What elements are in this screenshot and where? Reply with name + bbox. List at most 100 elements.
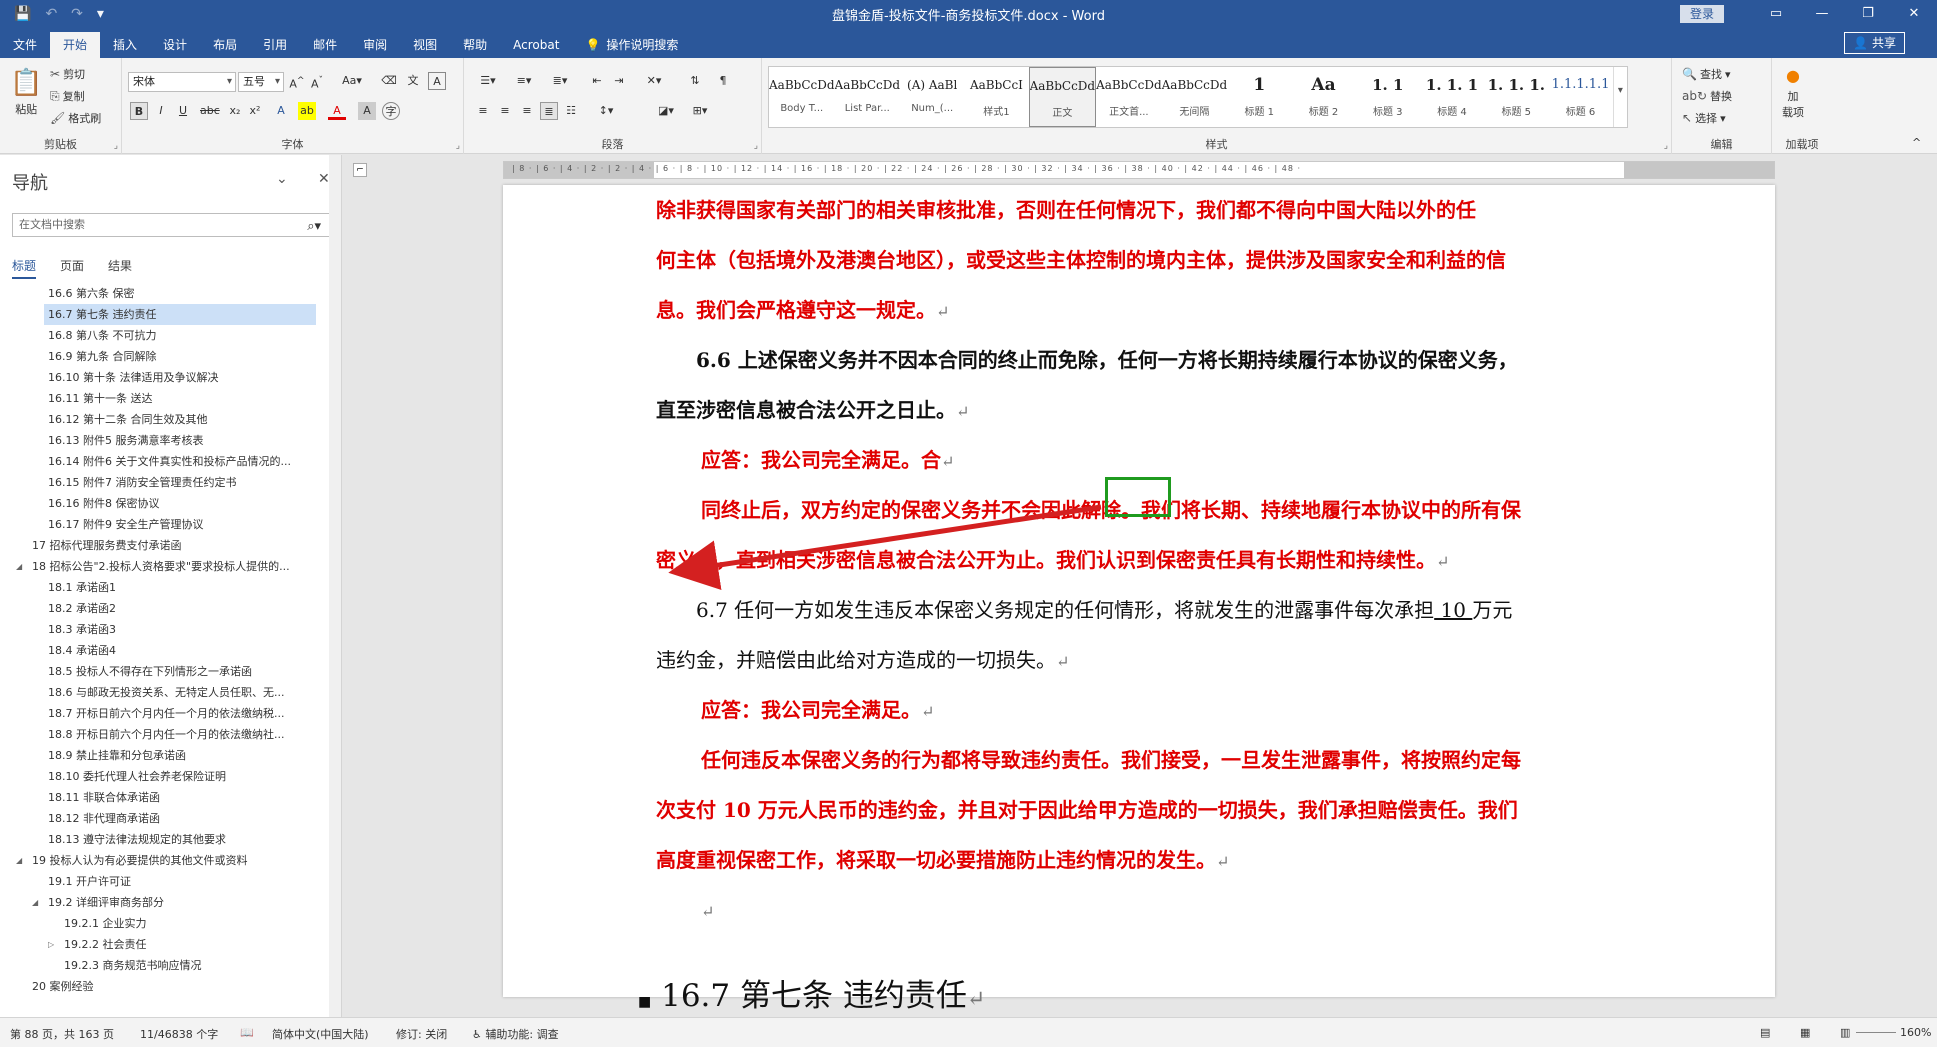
nav-heading-item[interactable]: 16.7 第七条 违约责任 xyxy=(44,304,316,325)
char-shading-icon[interactable]: A xyxy=(358,102,376,120)
distributed-icon[interactable]: ☷ xyxy=(562,102,580,120)
text-effects-icon[interactable]: A xyxy=(272,102,290,120)
underline-icon[interactable]: U xyxy=(174,102,192,120)
subscript-icon[interactable]: x₂ xyxy=(226,102,244,120)
expand-triangle-icon[interactable]: ◢ xyxy=(16,850,22,871)
enclose-char-icon[interactable]: 字 xyxy=(382,102,400,120)
superscript-icon[interactable]: x² xyxy=(246,102,264,120)
expand-triangle-icon[interactable]: ◢ xyxy=(32,892,38,913)
tell-me-search[interactable]: 💡 操作说明搜索 xyxy=(572,32,691,58)
zoom-level[interactable]: 160% xyxy=(1900,1026,1931,1039)
nav-heading-item[interactable]: 18.6 与邮政无投资关系、无特定人员任职、无... xyxy=(0,682,330,703)
tab-help[interactable]: 帮助 xyxy=(450,32,500,58)
decrease-indent-icon[interactable]: ⇤ xyxy=(588,72,606,90)
styles-launcher-icon[interactable]: ⌟ xyxy=(1664,141,1668,151)
cut-button[interactable]: ✂ 剪切 xyxy=(50,66,85,82)
clipboard-launcher-icon[interactable]: ⌟ xyxy=(114,141,118,151)
font-launcher-icon[interactable]: ⌟ xyxy=(456,141,460,151)
style-item[interactable]: 1. 1. 1 标题 4 xyxy=(1420,67,1484,127)
nav-heading-item[interactable]: ◢ 19.2 详细评审商务部分 xyxy=(0,892,330,913)
zoom-slider[interactable] xyxy=(1856,1032,1896,1033)
nav-heading-item[interactable]: 20 案例经验 xyxy=(0,976,330,997)
nav-heading-item[interactable]: 16.6 第六条 保密 xyxy=(0,283,330,304)
sort-icon[interactable]: ⇅ xyxy=(686,72,704,90)
tab-design[interactable]: 设计 xyxy=(150,32,200,58)
increase-indent-icon[interactable]: ⇥ xyxy=(610,72,628,90)
nav-heading-item[interactable]: 16.12 第十二条 合同生效及其他 xyxy=(0,409,330,430)
copy-button[interactable]: ⎘ 复制 xyxy=(50,88,85,104)
addins-button[interactable]: ● 加 载项 xyxy=(1782,66,1804,120)
ribbon-display-icon[interactable]: ▭ xyxy=(1753,0,1799,28)
style-item[interactable]: 1. 1 标题 3 xyxy=(1356,67,1420,127)
nav-heading-item[interactable]: 19.1 开户许可证 xyxy=(0,871,330,892)
nav-heading-item[interactable]: 18.8 开标日前六个月内任一个月的依法缴纳社... xyxy=(0,724,330,745)
minimize-icon[interactable]: — xyxy=(1799,0,1845,28)
document-page[interactable]: 除非获得国家有关部门的相关审核批准，否则在任何情况下，我们都不得向中国大陆以外的… xyxy=(503,185,1775,1014)
nav-heading-item[interactable]: 18.11 非联合体承诺函 xyxy=(0,787,330,808)
numbering-icon[interactable]: ≡▾ xyxy=(510,72,538,90)
read-mode-icon[interactable]: ▤ xyxy=(1760,1026,1770,1039)
multilevel-list-icon[interactable]: ≣▾ xyxy=(546,72,574,90)
style-item[interactable]: AaBbCcDd 正文首... xyxy=(1096,67,1162,127)
gallery-more-icon[interactable]: ▾ xyxy=(1612,67,1627,127)
shrink-font-icon[interactable]: Aˇ xyxy=(308,72,326,91)
tab-insert[interactable]: 插入 xyxy=(100,32,150,58)
track-changes-status[interactable]: 修订: 关闭 xyxy=(396,1026,447,1042)
tab-layout[interactable]: 布局 xyxy=(200,32,250,58)
format-painter-button[interactable]: 🖌 格式刷 xyxy=(50,110,101,126)
nav-heading-item[interactable]: 18.3 承诺函3 xyxy=(0,619,330,640)
align-left-icon[interactable]: ≡ xyxy=(474,102,492,120)
paragraph-launcher-icon[interactable]: ⌟ xyxy=(754,141,758,151)
proofing-icon[interactable]: 📖 xyxy=(240,1026,254,1039)
nav-heading-item[interactable]: 18.2 承诺函2 xyxy=(0,598,330,619)
borders-icon[interactable]: ⊞▾ xyxy=(686,102,714,120)
share-button[interactable]: 👤 共享 xyxy=(1844,32,1905,54)
strikethrough-icon[interactable]: abc xyxy=(200,102,220,120)
tab-view[interactable]: 视图 xyxy=(400,32,450,58)
expand-triangle-icon[interactable]: ◢ xyxy=(16,556,22,577)
undo-icon[interactable]: ↶ xyxy=(45,6,57,22)
asian-layout-icon[interactable]: ✕▾ xyxy=(640,72,668,90)
bold-icon[interactable]: B xyxy=(130,102,148,120)
style-item[interactable]: AaBbCcDd Body T... xyxy=(769,67,835,127)
grow-font-icon[interactable]: A^ xyxy=(288,72,306,91)
italic-icon[interactable]: I xyxy=(152,102,170,120)
tab-selector-icon[interactable]: ⌐ xyxy=(353,163,367,177)
change-case-icon[interactable]: Aa▾ xyxy=(338,72,366,90)
phonetic-guide-icon[interactable]: 文 xyxy=(404,72,422,90)
style-item[interactable]: 1.1.1.1.1 标题 6 xyxy=(1548,67,1612,127)
nav-heading-item[interactable]: 17 招标代理服务费支付承诺函 xyxy=(0,535,330,556)
word-count[interactable]: 11/46838 个字 xyxy=(140,1026,218,1042)
nav-heading-item[interactable]: 16.13 附件5 服务满意率考核表 xyxy=(0,430,330,451)
font-name-combo[interactable]: 宋体 xyxy=(128,72,236,92)
nav-heading-item[interactable]: 18.12 非代理商承诺函 xyxy=(0,808,330,829)
justify-icon[interactable]: ≣ xyxy=(540,102,558,120)
style-item[interactable]: 1. 1. 1. 标题 5 xyxy=(1484,67,1548,127)
shading-icon[interactable]: ◪▾ xyxy=(652,102,680,120)
tab-file[interactable]: 文件 xyxy=(0,32,50,58)
style-item[interactable]: Aa 标题 2 xyxy=(1291,67,1355,127)
style-item[interactable]: AaBbCcDd List Par... xyxy=(835,67,901,127)
style-item[interactable]: 1 标题 1 xyxy=(1227,67,1291,127)
nav-options-icon[interactable]: ⌄ xyxy=(276,171,288,187)
collapse-triangle-icon[interactable]: ▷ xyxy=(48,934,54,955)
nav-heading-item[interactable]: 16.17 附件9 安全生产管理协议 xyxy=(0,514,330,535)
horizontal-ruler[interactable]: | 8 · | 6 · | 4 · | 2 · | 2 · | 4 · | 6 … xyxy=(503,161,1775,179)
char-border-icon[interactable]: A xyxy=(428,72,446,90)
nav-heading-item[interactable]: 18.10 委托代理人社会养老保险证明 xyxy=(0,766,330,787)
nav-tab-headings[interactable]: 标题 xyxy=(12,257,37,279)
nav-heading-item[interactable]: 18.7 开标日前六个月内任一个月的依法缴纳税... xyxy=(0,703,330,724)
align-right-icon[interactable]: ≡ xyxy=(518,102,536,120)
nav-heading-item[interactable]: 16.15 附件7 消防安全管理责任约定书 xyxy=(0,472,330,493)
tab-references[interactable]: 引用 xyxy=(250,32,300,58)
style-item[interactable]: (A) AaBl Num_(... xyxy=(900,67,964,127)
nav-heading-item[interactable]: 16.11 第十一条 送达 xyxy=(0,388,330,409)
font-color-icon[interactable]: A xyxy=(328,102,346,120)
search-icon[interactable]: ⌕▾ xyxy=(307,216,321,238)
print-layout-icon[interactable]: ▦ xyxy=(1800,1026,1810,1039)
style-item[interactable]: AaBbCcI 样式1 xyxy=(964,67,1028,127)
select-button[interactable]: ↖ 选择 ▾ xyxy=(1682,110,1726,126)
bullets-icon[interactable]: ☰▾ xyxy=(474,72,502,90)
find-button[interactable]: 🔍 查找 ▾ xyxy=(1682,66,1730,82)
nav-heading-item[interactable]: 19.2.1 企业实力 xyxy=(0,913,330,934)
